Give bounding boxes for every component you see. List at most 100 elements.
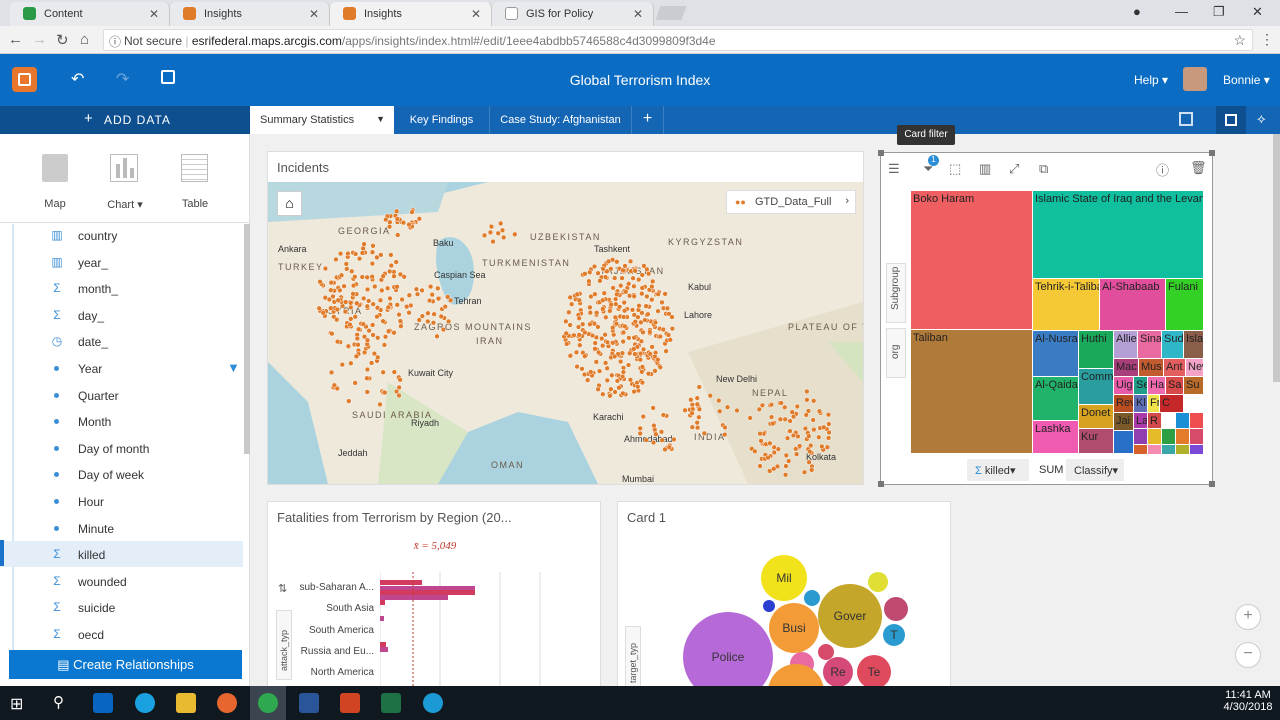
incident-point[interactable] — [804, 397, 810, 403]
incident-point[interactable] — [667, 337, 673, 343]
incident-point[interactable] — [635, 384, 641, 390]
incident-point[interactable] — [612, 314, 618, 320]
incident-point[interactable] — [803, 412, 809, 418]
incident-point[interactable] — [602, 360, 609, 366]
treemap-cell[interactable] — [1190, 413, 1204, 429]
incident-point[interactable] — [579, 366, 585, 372]
create-relationships-button[interactable]: ▤ Create Relationships — [9, 650, 242, 679]
incident-point[interactable] — [657, 333, 663, 340]
taskbar-clock[interactable]: 11:41 AM 4/30/2018 — [1218, 689, 1278, 713]
incident-point[interactable] — [385, 328, 392, 334]
incident-point[interactable] — [564, 341, 570, 347]
incident-point[interactable] — [364, 389, 370, 395]
incident-point[interactable] — [375, 335, 381, 341]
incident-point[interactable] — [825, 412, 832, 418]
incident-point[interactable] — [348, 300, 354, 306]
treemap-cell[interactable]: Lashka — [1033, 421, 1079, 454]
incident-point[interactable] — [576, 297, 582, 303]
region-bar[interactable] — [380, 590, 475, 595]
incident-point[interactable] — [621, 308, 628, 314]
viz-type-icon[interactable]: ▥ — [979, 161, 991, 177]
browser-tab-insights-2[interactable]: Insights ✕ — [330, 2, 492, 26]
incident-point[interactable] — [434, 333, 440, 339]
incident-point[interactable] — [649, 344, 655, 350]
classify-dropdown[interactable]: Classify▾ — [1066, 459, 1124, 481]
incident-point[interactable] — [354, 335, 360, 342]
incident-point[interactable] — [360, 321, 366, 327]
incident-point[interactable] — [650, 439, 657, 446]
incident-point[interactable] — [620, 369, 627, 375]
incident-point[interactable] — [348, 360, 354, 366]
incident-point[interactable] — [826, 429, 832, 436]
treemap-cell[interactable]: Se — [1134, 377, 1148, 395]
incident-point[interactable] — [643, 303, 649, 309]
treemap-cell[interactable]: Sa — [1166, 377, 1184, 395]
incident-point[interactable] — [806, 433, 812, 439]
incident-point[interactable] — [636, 303, 642, 309]
treemap-cell[interactable]: Al-Qaida — [1033, 377, 1079, 421]
incident-point[interactable] — [379, 287, 385, 294]
treemap-cell[interactable]: Fr — [1148, 395, 1160, 413]
incident-point[interactable] — [642, 317, 648, 323]
incident-point[interactable] — [782, 416, 788, 422]
incident-point[interactable] — [689, 424, 695, 430]
incident-point[interactable] — [696, 384, 702, 390]
incident-point[interactable] — [600, 266, 606, 272]
incident-point[interactable] — [610, 340, 616, 346]
incident-point[interactable] — [370, 243, 376, 249]
menu-kebab-icon[interactable]: ⋮ — [1260, 31, 1274, 48]
treemap-cell[interactable]: Isla — [1184, 331, 1204, 359]
incident-point[interactable] — [344, 266, 350, 272]
fatalities-card[interactable]: Fatalities from Terrorism by Region (20.… — [267, 501, 601, 691]
treemap-cell[interactable]: C — [1160, 395, 1184, 413]
treemap-cell[interactable]: Tehrik-i-Taliban — [1033, 279, 1100, 331]
tab-summary-statistics[interactable]: Summary Statistics ▼ — [250, 106, 394, 134]
incident-point[interactable] — [659, 299, 665, 306]
treemap-cell[interactable] — [1134, 445, 1148, 454]
incident-point[interactable] — [370, 322, 376, 328]
incident-point[interactable] — [807, 448, 813, 455]
share-icon[interactable]: ⟡ — [1257, 111, 1266, 127]
incident-point[interactable] — [639, 364, 646, 370]
treemap-cell[interactable]: Jai — [1114, 413, 1134, 431]
incident-point[interactable] — [345, 250, 351, 257]
treemap-cell[interactable]: Mus — [1139, 359, 1164, 377]
start-windows-icon[interactable]: ⊞ — [10, 694, 23, 714]
incident-point[interactable] — [406, 310, 412, 316]
treemap-cell[interactable]: Kur — [1079, 429, 1114, 454]
incident-point[interactable] — [602, 332, 608, 338]
region-bar[interactable] — [380, 595, 448, 600]
incident-point[interactable] — [589, 332, 596, 339]
bubble[interactable] — [763, 600, 775, 612]
bubble-chart[interactable]: Police Mil Busi Gover Te Re T — [618, 502, 951, 691]
incident-point[interactable] — [334, 317, 340, 323]
add-page-button[interactable]: + — [632, 106, 664, 134]
incident-point[interactable] — [645, 371, 652, 377]
incident-point[interactable] — [619, 350, 626, 356]
incident-point[interactable] — [393, 388, 400, 395]
incident-point[interactable] — [369, 274, 375, 280]
incident-point[interactable] — [569, 301, 575, 307]
field-item[interactable]: ◷ date_ — [0, 328, 243, 354]
incident-point[interactable] — [364, 286, 371, 293]
incident-point[interactable] — [359, 274, 365, 280]
incident-point[interactable] — [586, 278, 592, 284]
incident-point[interactable] — [811, 426, 817, 433]
field-item[interactable]: Σkilled — [0, 541, 243, 568]
incident-point[interactable] — [602, 274, 609, 280]
incident-point[interactable] — [374, 313, 380, 320]
incident-point[interactable] — [364, 274, 370, 280]
incident-point[interactable] — [614, 291, 620, 297]
incident-point[interactable] — [397, 271, 404, 278]
incident-point[interactable] — [355, 342, 361, 348]
incident-point[interactable] — [639, 369, 645, 375]
home-extent-button[interactable]: ⌂ — [277, 191, 302, 216]
incident-point[interactable] — [722, 424, 728, 431]
incident-point[interactable] — [804, 388, 810, 395]
incident-point[interactable] — [593, 359, 599, 365]
qr-layout-icon[interactable] — [1179, 112, 1193, 126]
incident-point[interactable] — [637, 425, 643, 432]
incident-point[interactable] — [487, 229, 494, 236]
user-menu[interactable]: Bonnie ▾ — [1223, 73, 1270, 87]
incident-point[interactable] — [616, 385, 622, 391]
